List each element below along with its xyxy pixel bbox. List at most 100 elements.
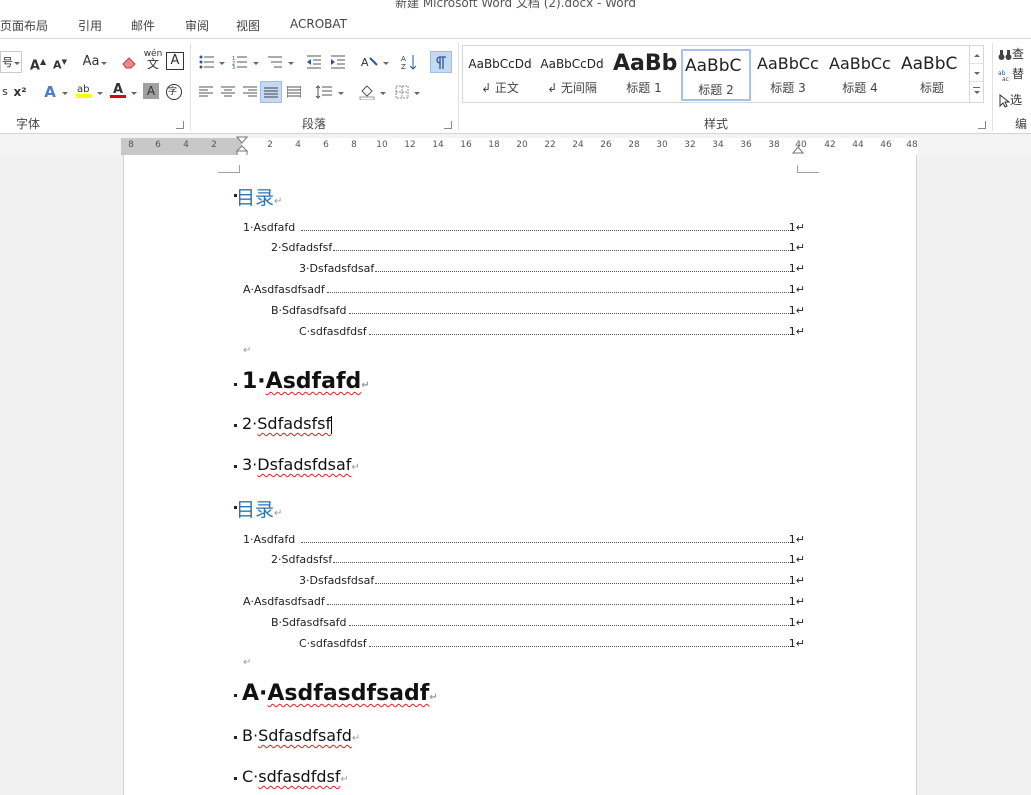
enclose-char-label: 字 [168, 87, 178, 97]
sort-button[interactable]: AZ [398, 51, 420, 73]
style-title[interactable]: AaBbC 标题 [897, 49, 967, 101]
strikethrough-icon[interactable]: s [0, 81, 10, 103]
toc-entry-page: 1↵ [788, 304, 805, 317]
horizontal-ruler[interactable]: 8 6 4 2 2 4 6 8 10 12 14 16 18 20 22 24 … [121, 136, 918, 158]
align-left-icon [199, 86, 213, 96]
toc-entry[interactable]: C·sdfasdfdsf 1↵ [299, 637, 805, 651]
multilevel-list-icon [268, 56, 282, 67]
heading-2[interactable]: 3·Dsfadsfdsaf↵ [242, 455, 360, 474]
heading-1[interactable]: A·Asdfasdfsadf↵ [242, 681, 438, 706]
toc-entry-text: A·Asdfasdfsadf [243, 595, 325, 608]
ruler-number: 34 [712, 140, 724, 150]
bullets-button[interactable] [196, 51, 218, 73]
gallery-down-icon[interactable] [970, 64, 983, 82]
font-dialog-launcher[interactable] [176, 121, 184, 129]
clear-format-button[interactable] [118, 51, 140, 73]
shrink-font-button[interactable]: A▼ [50, 51, 70, 73]
justify-button[interactable] [260, 81, 282, 103]
numbering-button[interactable]: 123 [229, 51, 251, 73]
toc-entry-text: 3·Dsfadsfdsaf [299, 262, 375, 275]
svg-text:ab: ab [77, 84, 89, 95]
toc-entry-page: 1↵ [788, 241, 805, 254]
ruler-number: 2 [211, 140, 217, 150]
distributed-button[interactable] [284, 81, 304, 103]
align-center-button[interactable] [218, 81, 238, 103]
increase-indent-button[interactable] [327, 51, 349, 73]
char-shading-button[interactable]: A [143, 83, 159, 99]
style-no-spacing[interactable]: AaBbCcDd ↲ 无间隔 [537, 49, 607, 101]
heading-2[interactable]: C·sdfasdfdsf↵ [242, 767, 349, 786]
heading-text: Sdfadsfsf [257, 414, 332, 433]
crop-mark-left [218, 165, 240, 173]
enclose-char-button[interactable]: 字 [164, 81, 184, 103]
grow-font-button[interactable]: A▲ [28, 51, 48, 73]
style-heading-3-sample: AaBbCc [757, 54, 819, 73]
toc-entry[interactable]: A·Asdfasdfsadf 1↵ [243, 283, 805, 297]
style-heading-2[interactable]: AaBbC 标题 2 [681, 49, 751, 101]
toc-entry[interactable]: 1·Asdfafd 1↵ [243, 221, 805, 235]
toc-entry-text: 2·Sdfadsfsf [271, 553, 333, 566]
gallery-more-icon[interactable] [970, 82, 983, 100]
bullet-list-icon [199, 55, 214, 68]
replace-button[interactable]: ab ac 替 [998, 63, 1031, 85]
styles-gallery-scroll[interactable] [969, 46, 983, 102]
style-heading-4[interactable]: AaBbCc 标题 4 [825, 49, 895, 101]
toc-entry[interactable]: B·Sdfasdfsafd 1↵ [271, 616, 805, 630]
toc-entry[interactable]: B·Sdfasdfsafd 1↵ [271, 304, 805, 318]
style-title-sample: AaBbC [901, 54, 958, 74]
gallery-up-icon[interactable] [970, 46, 983, 64]
borders-button[interactable] [392, 81, 412, 103]
toc-entry[interactable]: 2·Sdfadsfsf 1↵ [271, 241, 805, 255]
line-spacing-button[interactable] [313, 81, 335, 103]
heading-text: sdfasdfdsf [258, 767, 341, 786]
heading-2[interactable]: 2·Sdfadsfsf [242, 414, 333, 434]
toc-entry[interactable]: 3·Dsfadsfdsaf 1↵ [299, 262, 805, 276]
heading-2[interactable]: B·Sdfasdfsafd↵ [242, 726, 360, 745]
char-border-button[interactable]: A [166, 52, 184, 70]
toc-entry-text: C·sdfasdfdsf [299, 325, 367, 338]
empty-paragraph-mark: ↵ [243, 657, 252, 668]
select-label: 选 [1010, 93, 1023, 107]
document-page[interactable]: 目录↵ 1·Asdfafd 1↵ 2·Sdfadsfsf 1↵ 3·Dsfadsfd… [123, 155, 917, 795]
pilcrow-icon [436, 55, 446, 69]
heading-1[interactable]: 1·Asdfafd↵ [242, 369, 370, 394]
crop-mark-right [797, 165, 819, 173]
tab-mailings[interactable]: 邮件 [131, 17, 155, 34]
style-normal[interactable]: AaBbCcDd ↲ 正文 [465, 49, 535, 101]
toc-entry[interactable]: 3·Dsfadsfdsaf 1↵ [299, 574, 805, 588]
superscript-button[interactable]: x² [10, 81, 30, 103]
toc-entry[interactable]: A·Asdfasdfsadf 1↵ [243, 595, 805, 609]
change-case-label: Aa [82, 54, 100, 69]
toc-entry-page: 1↵ [788, 283, 805, 296]
toc-entry-page: 1↵ [788, 595, 805, 608]
font-color-button[interactable]: A [108, 79, 128, 101]
phonetic-guide-button[interactable]: wén 文 [142, 49, 164, 71]
decrease-indent-button[interactable] [303, 51, 325, 73]
shading-button[interactable] [356, 81, 378, 103]
toc-entry[interactable]: C·sdfasdfdsf 1↵ [299, 325, 805, 339]
asian-layout-button[interactable]: A [358, 51, 382, 73]
toc-entry[interactable]: 1·Asdfafd 1↵ [243, 533, 805, 547]
tab-view[interactable]: 视图 [236, 17, 260, 34]
select-button[interactable]: 选 [998, 89, 1031, 111]
highlight-button[interactable]: ab [74, 79, 94, 101]
style-heading-3[interactable]: AaBbCc 标题 3 [753, 49, 823, 101]
align-right-button[interactable] [240, 81, 260, 103]
find-button[interactable]: 查 [998, 43, 1031, 65]
toc-entry[interactable]: 2·Sdfadsfsf 1↵ [271, 553, 805, 567]
multilevel-list-button[interactable] [264, 51, 286, 73]
paragraph-dialog-launcher[interactable] [444, 121, 452, 129]
tab-review[interactable]: 审阅 [185, 17, 209, 34]
tab-page-layout[interactable]: 页面布局 [0, 17, 48, 34]
window-title: 新建 Microsoft Word 文档 (2).docx - Word [395, 0, 636, 10]
toc-entry-page: 1↵ [788, 325, 805, 338]
style-heading-1[interactable]: AaBb 标题 1 [609, 49, 679, 101]
toc-entry-text: 1·Asdfafd [243, 533, 296, 546]
paragraph-mark: ↵ [274, 508, 283, 519]
show-marks-button[interactable] [430, 51, 452, 73]
tab-references[interactable]: 引用 [78, 17, 102, 34]
text-effects-button[interactable]: A [40, 81, 60, 103]
tab-acrobat[interactable]: ACROBAT [290, 17, 347, 31]
styles-dialog-launcher[interactable] [978, 121, 986, 129]
align-left-button[interactable] [196, 81, 216, 103]
